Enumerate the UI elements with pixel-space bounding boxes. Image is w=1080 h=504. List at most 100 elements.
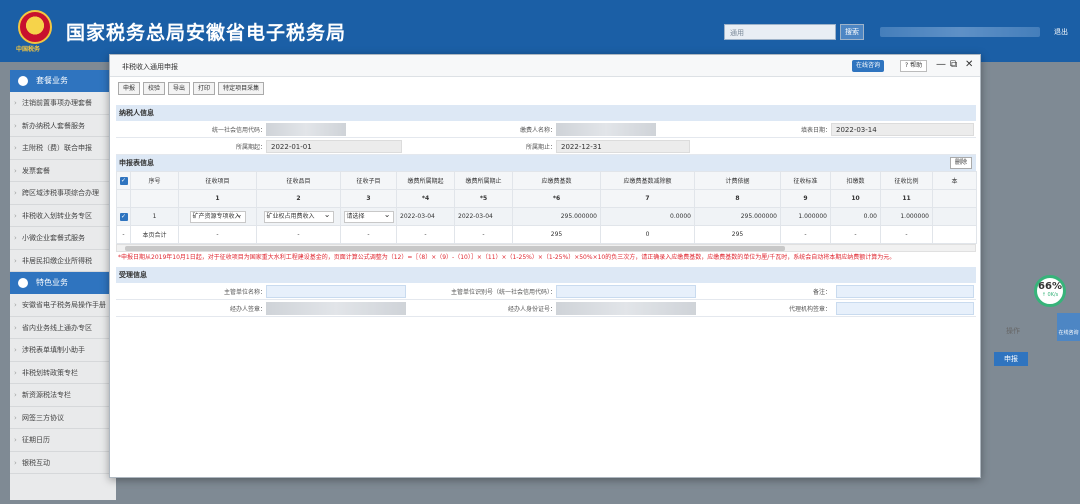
column-number: 7 [600, 189, 695, 208]
remark-label: 备注： [812, 289, 831, 296]
sidebar-item[interactable]: 新办纳税人套餐服务 [10, 115, 116, 137]
credit-code-label: 统一社会信用代码： [211, 127, 266, 134]
section-accept-info: 受理信息 [116, 267, 976, 283]
table-total-row: - 本页合计 - - - - - 295 0 295 - - - [116, 225, 977, 244]
dialog-content: 纳税人信息 统一社会信用代码： 缴费人名称： 填表日期： 2022-03-14 … [116, 105, 977, 317]
delete-button[interactable]: 删除 [949, 157, 972, 169]
total-dash: - [396, 225, 455, 244]
collection-subitem-select[interactable]: 矿业权占用费收入 [263, 210, 334, 223]
column-number: 11 [880, 189, 933, 208]
speed-percent: 66% [1038, 281, 1062, 292]
payable-base-cell[interactable]: 295.000000 [512, 207, 601, 226]
minimize-icon[interactable]: — [936, 59, 946, 70]
sidebar-item[interactable]: 非居民扣缴企业所得税 [10, 250, 116, 272]
ratio-cell: 1.000000 [880, 207, 933, 226]
billing-basis-cell: 295.000000 [694, 207, 781, 226]
column-number: *6 [512, 189, 601, 208]
section-declare-title: 申报表信息 [119, 159, 154, 167]
column-header: 序号 [130, 171, 179, 190]
table-horizontal-scrollbar[interactable] [116, 244, 976, 252]
period-start-value: 2022-01-01 [266, 140, 402, 153]
validate-button[interactable]: 校验 [143, 82, 166, 95]
remark-input[interactable] [836, 285, 974, 298]
column-header: 应缴费基数 [512, 171, 601, 190]
column-number: 9 [780, 189, 831, 208]
column-number: 3 [340, 189, 397, 208]
sidebar-section-feature[interactable]: 特色业务 [10, 272, 116, 294]
select-all-checkbox[interactable]: ✓ [119, 176, 128, 185]
logout-link[interactable]: 退出 [1054, 27, 1068, 37]
scrollbar-thumb[interactable] [125, 246, 785, 251]
speed-value: ↑ 0K/s [1041, 292, 1059, 298]
online-consult-button[interactable]: 在线咨询 [852, 60, 885, 72]
sidebar-item[interactable]: 安徽省电子税务局操作手册 [10, 294, 116, 317]
operation-header: 操作 [1006, 327, 1020, 335]
sidebar-item[interactable]: 新资源税法专栏 [10, 384, 116, 407]
total-basis: 295 [694, 225, 781, 244]
column-header: 缴费所属期止 [454, 171, 513, 190]
sidebar-item[interactable]: 发票套餐 [10, 160, 116, 182]
calculation-notice: *申报日期从2019年10月1日起，对于征收项目为国家重大水利工程建设基金的，页… [118, 254, 896, 261]
unit-name-input[interactable] [266, 285, 406, 298]
total-dash: - [178, 225, 257, 244]
sidebar-item[interactable]: 征期日历 [10, 429, 116, 452]
column-number: 1 [178, 189, 257, 208]
unit-code-input[interactable] [556, 285, 696, 298]
maximize-icon[interactable]: ⧉ [950, 59, 957, 70]
declare-button[interactable]: 申报 [118, 82, 141, 95]
background-declare-button[interactable]: 申报 [994, 352, 1028, 366]
close-icon[interactable]: ✕ [965, 59, 973, 70]
online-consult-side-button[interactable]: 在线咨询 [1057, 313, 1080, 341]
column-header: 缴费所属期起 [396, 171, 455, 190]
table-header-row: ✓ 序号 征收项目 征收品目 征收子目 缴费所属期起 缴费所属期止 应缴费基数 … [116, 171, 977, 190]
total-label: 本页合计 [130, 225, 179, 244]
agent-label: 代理机构签章： [788, 306, 831, 313]
unit-name-label: 主管单位名称： [223, 289, 266, 296]
sidebar-section-package[interactable]: 套餐业务 [10, 70, 116, 92]
collection-subcategory-select[interactable]: 请选择 [343, 210, 394, 223]
column-header: 应缴费基数减除额 [600, 171, 695, 190]
sidebar-item[interactable]: 注销前置事项办理套餐 [10, 92, 116, 115]
sidebar: 套餐业务 注销前置事项办理套餐 新办纳税人套餐服务 主附税（费）联合申报 发票套… [10, 70, 116, 500]
column-header: 征收比例 [880, 171, 933, 190]
row-checkbox[interactable]: ✓ [119, 212, 128, 221]
column-header: 计费依据 [694, 171, 781, 190]
unit-code-label: 主管单位识别号（统一社会信用代码）： [450, 289, 556, 296]
total-dash: - [880, 225, 933, 244]
total-dash: - [116, 225, 131, 244]
total-base: 295 [512, 225, 601, 244]
declare-table: ✓ 序号 征收项目 征收品目 征收子目 缴费所属期起 缴费所属期止 应缴费基数 … [116, 171, 977, 244]
sidebar-item[interactable]: 银税互动 [10, 452, 116, 474]
sidebar-item[interactable]: 非税收入划转业务专区 [10, 205, 116, 227]
export-button[interactable]: 导出 [168, 82, 191, 95]
special-item-collect-button[interactable]: 特定项目采集 [218, 82, 265, 95]
network-speed-widget[interactable]: 66% ↑ 0K/s [1034, 275, 1066, 307]
agent-input[interactable] [836, 302, 974, 315]
handler-id-value-redacted [556, 302, 696, 315]
sidebar-item[interactable]: 非税划转政策专栏 [10, 362, 116, 384]
search-button[interactable]: 搜索 [840, 24, 864, 40]
sidebar-item[interactable]: 网签三方协议 [10, 407, 116, 429]
search-input[interactable]: 通用 [724, 24, 836, 40]
collection-standard-cell: 1.000000 [780, 207, 831, 226]
base-deduction-cell[interactable]: 0.0000 [600, 207, 695, 226]
period-start-cell[interactable]: 2022-03-04 [396, 207, 455, 226]
payer-name-label: 缴费人名称： [519, 127, 556, 134]
sidebar-item[interactable]: 跨区域涉税事项综合办理 [10, 182, 116, 205]
column-number: 8 [694, 189, 781, 208]
column-header: 征收品目 [256, 171, 341, 190]
sidebar-item[interactable]: 小微企业套餐式服务 [10, 227, 116, 250]
declaration-dialog: 非税收入通用申报 在线咨询 ? 帮助 — ⧉ ✕ 申报 校验 导出 打印 特定项… [109, 54, 981, 478]
collection-item-select[interactable]: 矿产资源专项收入 [189, 210, 246, 223]
form-row: 统一社会信用代码： 缴费人名称： 填表日期： 2022-03-14 [116, 121, 976, 138]
table-row[interactable]: ✓ 1 矿产资源专项收入 矿业权占用费收入 请选择 2022-03-04 202… [116, 207, 977, 226]
form-row: 所属期起： 2022-01-01 所属期止： 2022-12-31 [116, 138, 976, 155]
table-column-number-row: 1 2 3 *4 *5 *6 7 8 9 10 11 [116, 189, 977, 208]
period-end-cell[interactable]: 2022-03-04 [454, 207, 513, 226]
sidebar-item[interactable]: 涉税表单填制小助手 [10, 339, 116, 362]
user-info-redacted [880, 27, 1040, 37]
sidebar-item[interactable]: 主附税（费）联合申报 [10, 137, 116, 160]
sidebar-item[interactable]: 省内业务线上通办专区 [10, 317, 116, 339]
help-button[interactable]: ? 帮助 [900, 60, 928, 72]
print-button[interactable]: 打印 [193, 82, 216, 95]
